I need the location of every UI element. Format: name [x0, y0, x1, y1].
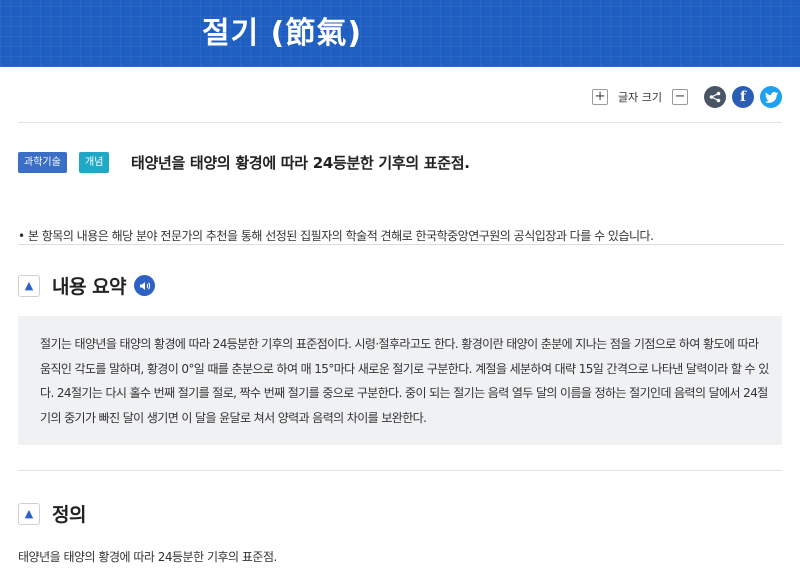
chevron-up-icon: ▲: [24, 507, 34, 520]
font-size-label: 글자 크기: [618, 91, 662, 104]
speaker-icon: [139, 281, 150, 290]
definition-title: 정의: [52, 504, 86, 526]
font-increase-button[interactable]: +: [592, 89, 609, 105]
disclaimer-note: • 본 항목의 내용은 해당 분야 전문가의 추천을 통해 선정된 집필자의 학…: [18, 229, 654, 243]
definition-text: 태양년을 태양의 황경에 따라 24등분한 기후의 표준점.: [18, 550, 277, 564]
twitter-button[interactable]: [760, 86, 782, 108]
page-title: 절기 (節氣): [202, 16, 363, 51]
twitter-icon: [764, 91, 778, 103]
divider: [18, 244, 784, 245]
chevron-up-icon: ▲: [24, 279, 34, 292]
header-banner: 절기 (節氣): [0, 0, 800, 67]
facebook-button[interactable]: f: [732, 86, 754, 108]
definition-header: ▲ 정의: [18, 500, 86, 527]
article-headline: 태양년을 태양의 황경에 따라 24등분한 기후의 표준점.: [131, 154, 470, 172]
summary-text: 절기는 태양년을 태양의 황경에 따라 24등분한 기후의 표준점이다. 시령·…: [40, 337, 769, 425]
summary-toggle-button[interactable]: ▲: [18, 274, 40, 297]
divider: [18, 122, 782, 123]
facebook-icon: f: [739, 89, 747, 105]
toolbar: + 글자 크기 − f: [592, 86, 782, 108]
read-aloud-button[interactable]: [134, 275, 156, 296]
type-tag[interactable]: 개념: [79, 152, 110, 173]
summary-box: 절기는 태양년을 태양의 황경에 따라 24등분한 기후의 표준점이다. 시령·…: [18, 316, 782, 445]
category-tag[interactable]: 과학기술: [18, 152, 67, 173]
share-icon: [709, 91, 721, 103]
divider: [18, 470, 782, 471]
share-button[interactable]: [704, 86, 726, 108]
font-decrease-button[interactable]: −: [672, 89, 688, 105]
summary-header: ▲ 내용 요약: [18, 272, 156, 299]
summary-title: 내용 요약: [52, 276, 127, 298]
definition-toggle-button[interactable]: ▲: [18, 502, 40, 525]
